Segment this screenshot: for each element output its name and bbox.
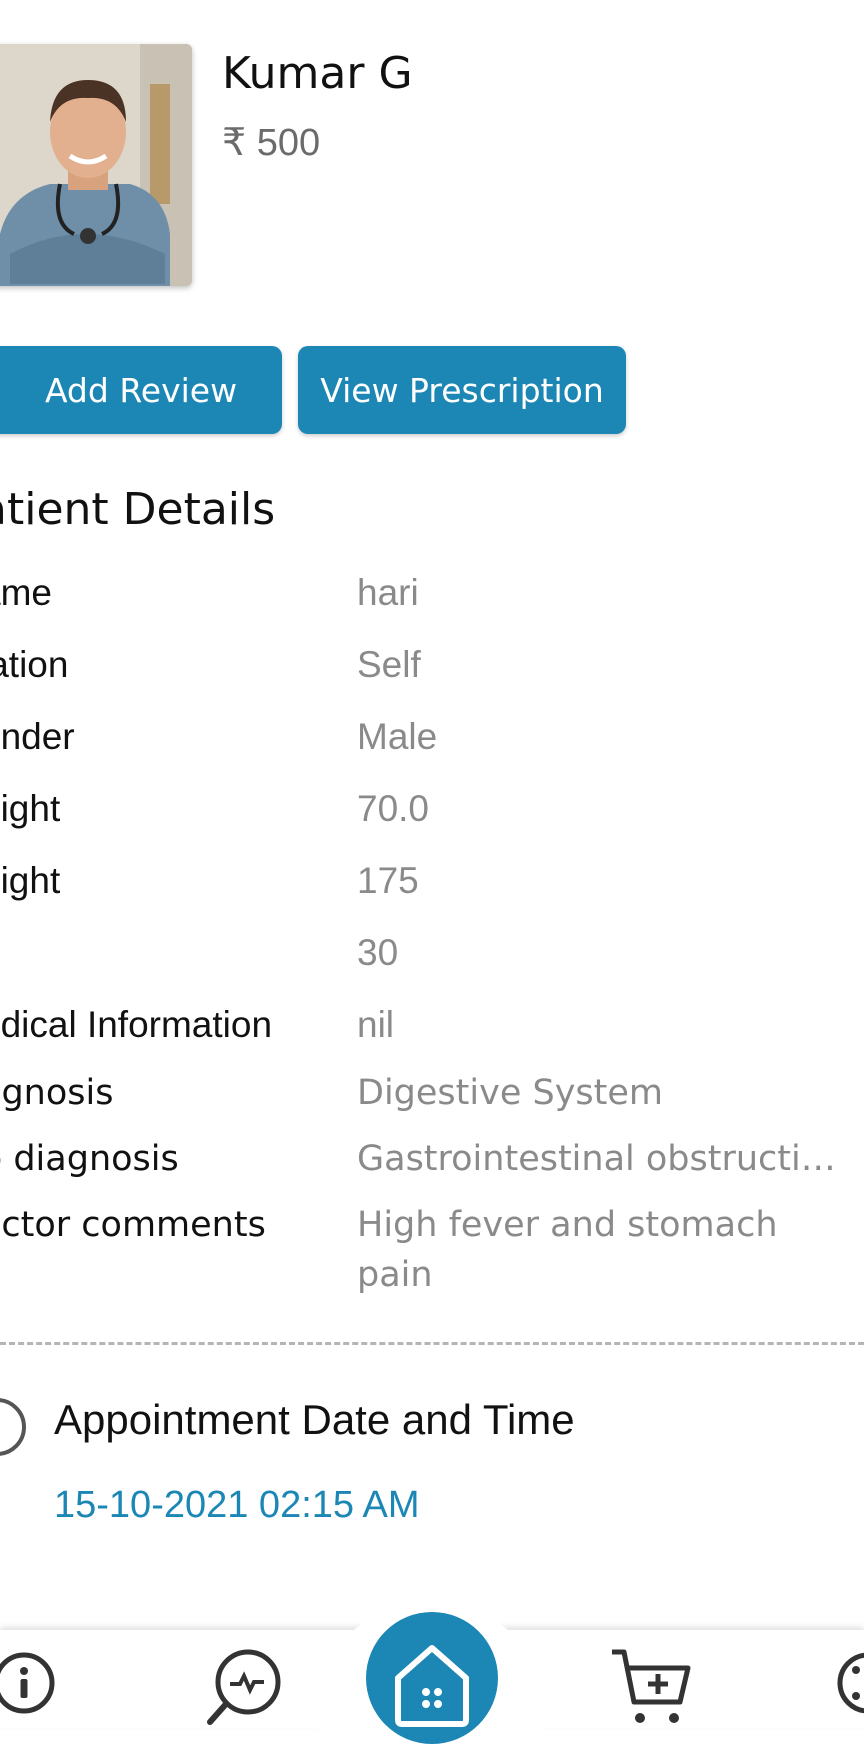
home-icon xyxy=(395,1645,469,1727)
doctor-photo xyxy=(0,44,192,286)
section-divider xyxy=(0,1342,864,1345)
more-icon[interactable] xyxy=(834,1648,864,1718)
detail-label-relation: lation xyxy=(0,644,69,685)
home-button[interactable] xyxy=(366,1612,498,1744)
doctor-name: Kumar G xyxy=(222,48,413,99)
consultation-fee: ₹ 500 xyxy=(222,122,321,164)
detail-value-relation: Self xyxy=(357,644,421,685)
detail-label-doctor-comments: octor comments xyxy=(0,1205,266,1245)
view-prescription-button[interactable]: View Prescription xyxy=(298,346,626,434)
detail-value-gender: Male xyxy=(357,716,438,757)
clock-icon xyxy=(0,1398,26,1456)
detail-label-age: e xyxy=(0,932,1,974)
info-icon[interactable] xyxy=(0,1648,64,1718)
doctor-avatar-illustration xyxy=(0,44,192,286)
detail-value-doctor-comments: High fever and stomach xyxy=(357,1205,778,1245)
detail-label-gender: ender xyxy=(0,716,75,757)
detail-value-weight: 70.0 xyxy=(357,788,430,829)
detail-value-diagnosis: Digestive System xyxy=(357,1073,663,1113)
detail-label-medical-information: edical Information xyxy=(0,1004,273,1045)
detail-value-name: hari xyxy=(357,572,419,613)
detail-label-height: eight xyxy=(0,860,61,901)
detail-label-sub-diagnosis: b diagnosis xyxy=(0,1139,179,1179)
appointment-datetime: 15-10-2021 02:15 AM xyxy=(54,1484,420,1526)
add-review-button[interactable]: Add Review xyxy=(0,346,282,434)
detail-label-name: ame xyxy=(0,572,52,613)
appointment-title: Appointment Date and Time xyxy=(54,1396,575,1443)
health-search-icon[interactable] xyxy=(204,1646,284,1726)
detail-label-weight: eight xyxy=(0,788,61,829)
detail-value-height: 175 xyxy=(357,860,419,901)
detail-value-sub-diagnosis: Gastrointestinal obstructi… xyxy=(357,1139,836,1179)
patient-details-title: atient Details xyxy=(0,484,276,535)
detail-value-doctor-comments-line2: pain xyxy=(357,1255,433,1295)
cart-plus-icon[interactable] xyxy=(608,1644,692,1728)
detail-value-age: 30 xyxy=(357,932,399,973)
detail-value-medical-information: nil xyxy=(357,1004,395,1045)
detail-label-diagnosis: agnosis xyxy=(0,1073,114,1113)
